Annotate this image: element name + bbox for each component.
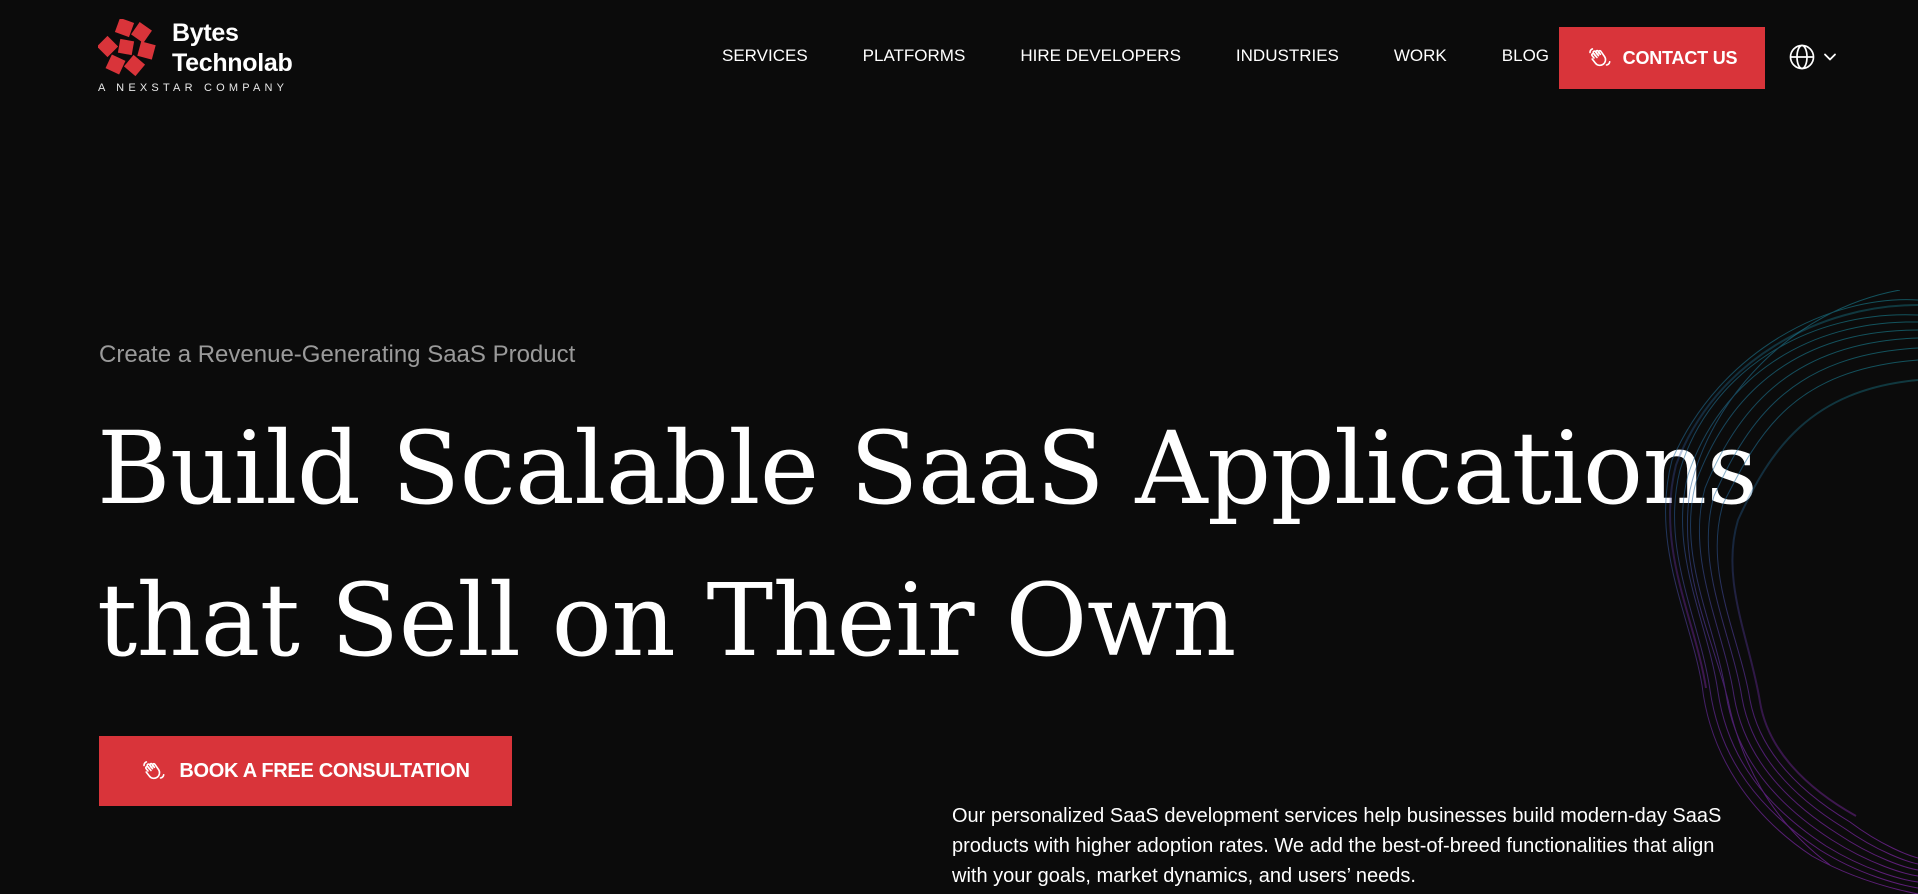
- page: Bytes Technolab A NEXSTAR COMPANY SERVIC…: [0, 0, 1918, 894]
- book-consultation-label: BOOK A FREE CONSULTATION: [179, 759, 470, 782]
- nav-item-work[interactable]: WORK: [1394, 46, 1447, 66]
- nav-item-platforms[interactable]: PLATFORMS: [863, 46, 966, 66]
- logo-tagline: A NEXSTAR COMPANY: [98, 82, 289, 94]
- decorative-wave-graphic: [1665, 290, 1918, 894]
- hero-headline-line2: that Sell on Their Own: [97, 562, 1236, 679]
- contact-us-button[interactable]: CONTACT US: [1559, 27, 1765, 89]
- logo-name-line1: Bytes: [172, 19, 239, 47]
- nav-item-hire-developers[interactable]: HIRE DEVELOPERS: [1020, 46, 1181, 66]
- logo-mark-icon: [98, 19, 156, 77]
- nav-item-industries[interactable]: INDUSTRIES: [1236, 46, 1339, 66]
- chevron-down-icon: [1824, 53, 1836, 61]
- language-selector[interactable]: [1788, 43, 1838, 71]
- hero-headline: Build Scalable SaaS Applications that Se…: [97, 393, 1758, 697]
- hero-eyebrow: Create a Revenue-Generating SaaS Product: [99, 341, 576, 368]
- brand-logo[interactable]: Bytes Technolab A NEXSTAR COMPANY: [98, 18, 293, 94]
- nav-item-blog[interactable]: BLOG: [1502, 46, 1549, 66]
- globe-icon: [1789, 44, 1815, 70]
- logo-wordmark: Bytes Technolab: [172, 18, 293, 78]
- hero-headline-line1: Build Scalable SaaS Applications: [97, 410, 1758, 527]
- contact-us-label: CONTACT US: [1622, 47, 1738, 68]
- book-consultation-button[interactable]: BOOK A FREE CONSULTATION: [99, 736, 512, 806]
- waving-hand-icon: [1588, 48, 1611, 67]
- main-nav: SERVICES PLATFORMS HIRE DEVELOPERS INDUS…: [722, 46, 1549, 66]
- logo-row: Bytes Technolab: [98, 18, 293, 78]
- logo-name-line2: Technolab: [172, 49, 293, 77]
- waving-hand-icon: [143, 761, 165, 780]
- nav-item-services[interactable]: SERVICES: [722, 46, 808, 66]
